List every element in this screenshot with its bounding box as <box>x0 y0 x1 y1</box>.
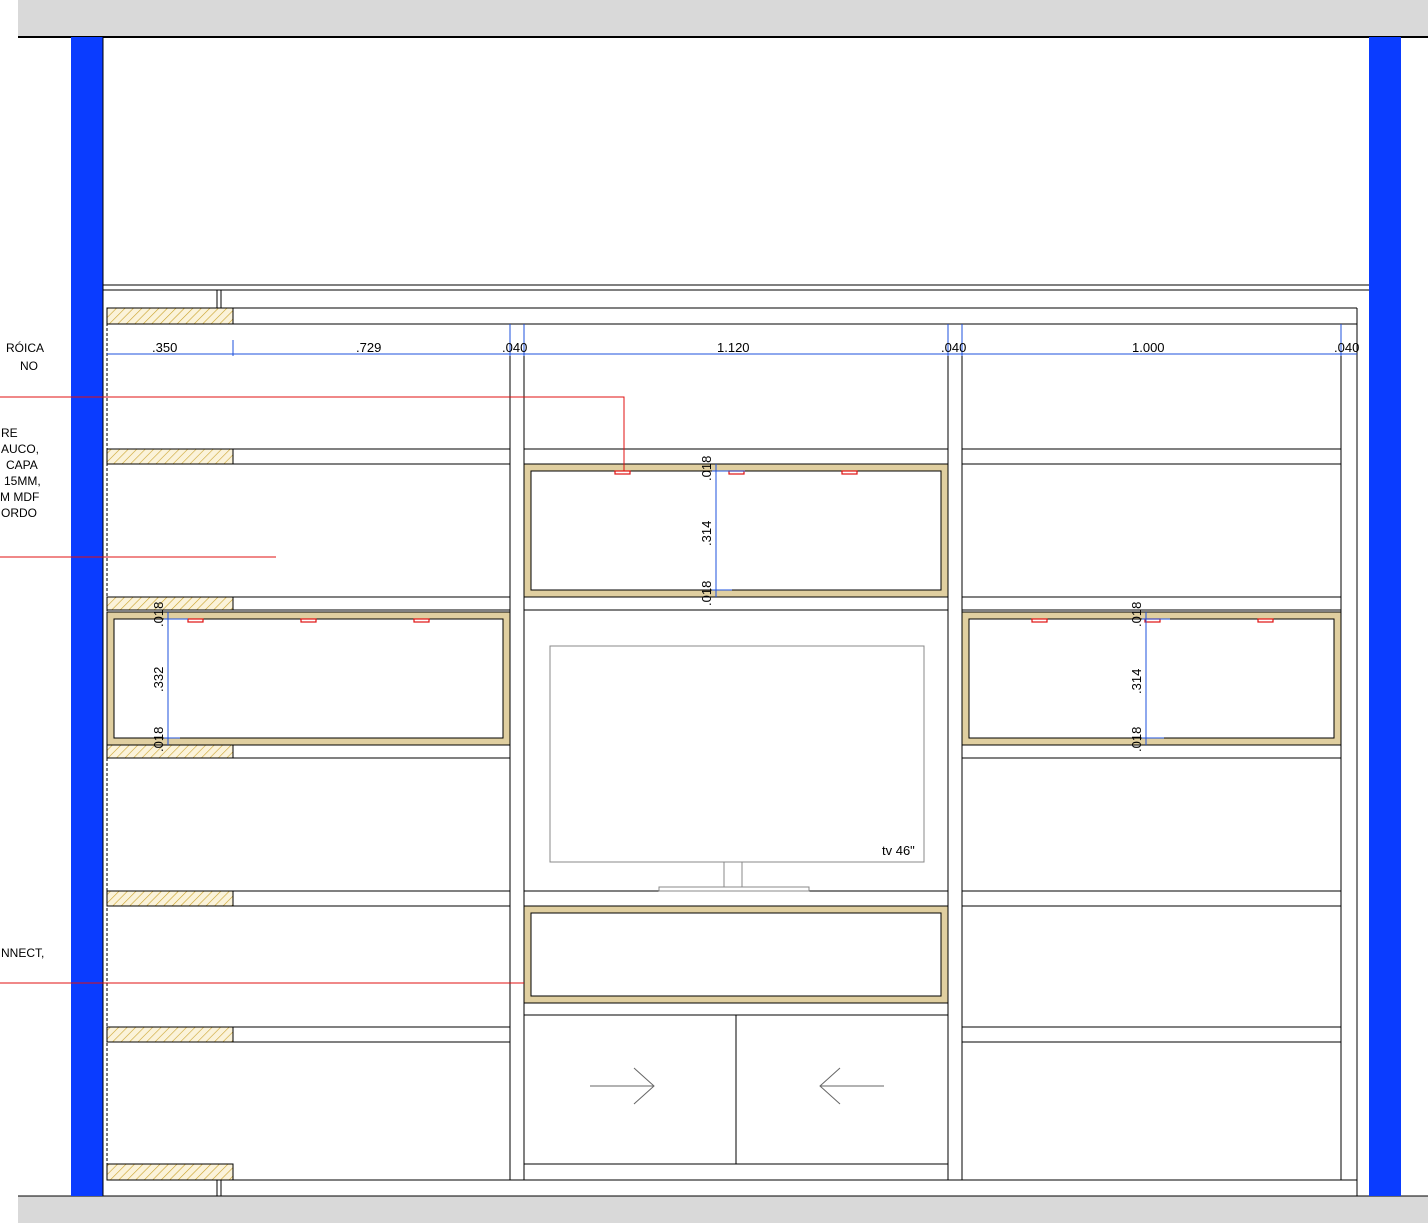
note-2-line-3: CAPA <box>6 458 38 472</box>
dim-1000: 1.000 <box>1132 340 1165 355</box>
dim-1120: 1.120 <box>717 340 750 355</box>
note-1-line-1: RÓICA <box>6 340 44 355</box>
dim-040-a: .040 <box>502 340 527 355</box>
note-2-line-1: RE <box>1 426 18 440</box>
vdim-right-314: .314 <box>1129 669 1144 694</box>
bottom-doors <box>523 1014 949 1165</box>
ceiling-band <box>18 0 1428 37</box>
box-right <box>961 611 1342 746</box>
vdim-left-332: .332 <box>151 667 166 692</box>
dim-040-c: .040 <box>1334 340 1359 355</box>
vdim-top-314: .314 <box>699 521 714 546</box>
floor-band <box>18 1196 1428 1223</box>
box-left <box>106 611 511 746</box>
left-wall <box>71 37 103 1196</box>
note-2-line-2: AUCO, <box>1 442 39 456</box>
note-2-line-5: M MDF <box>0 490 39 504</box>
tv <box>549 645 925 892</box>
dim-040-b: .040 <box>941 340 966 355</box>
dim-350: .350 <box>152 340 177 355</box>
vdim-left-018-b: .018 <box>151 727 166 752</box>
dim-729: .729 <box>356 340 381 355</box>
top-post <box>216 289 222 309</box>
vdim-top-018-a: .018 <box>699 456 714 481</box>
elevation-drawing: tv 46" .350 .729 .040 1.120 .040 1.000 .… <box>0 0 1428 1223</box>
box-top-middle <box>523 463 949 598</box>
note-1-line-2: NO <box>20 359 38 373</box>
note-3-line-1: NNECT, <box>1 946 44 960</box>
vdim-right-018-b: .018 <box>1129 727 1144 752</box>
vdim-left-018-a: .018 <box>151 602 166 627</box>
right-wall <box>1369 37 1401 1196</box>
bottom-post <box>216 1179 222 1197</box>
tv-label: tv 46" <box>882 843 915 858</box>
vdim-right-018-a: .018 <box>1129 602 1144 627</box>
vdim-top-018-b: .018 <box>699 581 714 606</box>
note-2-line-4: 15MM, <box>4 474 41 488</box>
note-2-line-6: ORDO <box>1 506 37 520</box>
box-lower-middle <box>523 905 949 1004</box>
